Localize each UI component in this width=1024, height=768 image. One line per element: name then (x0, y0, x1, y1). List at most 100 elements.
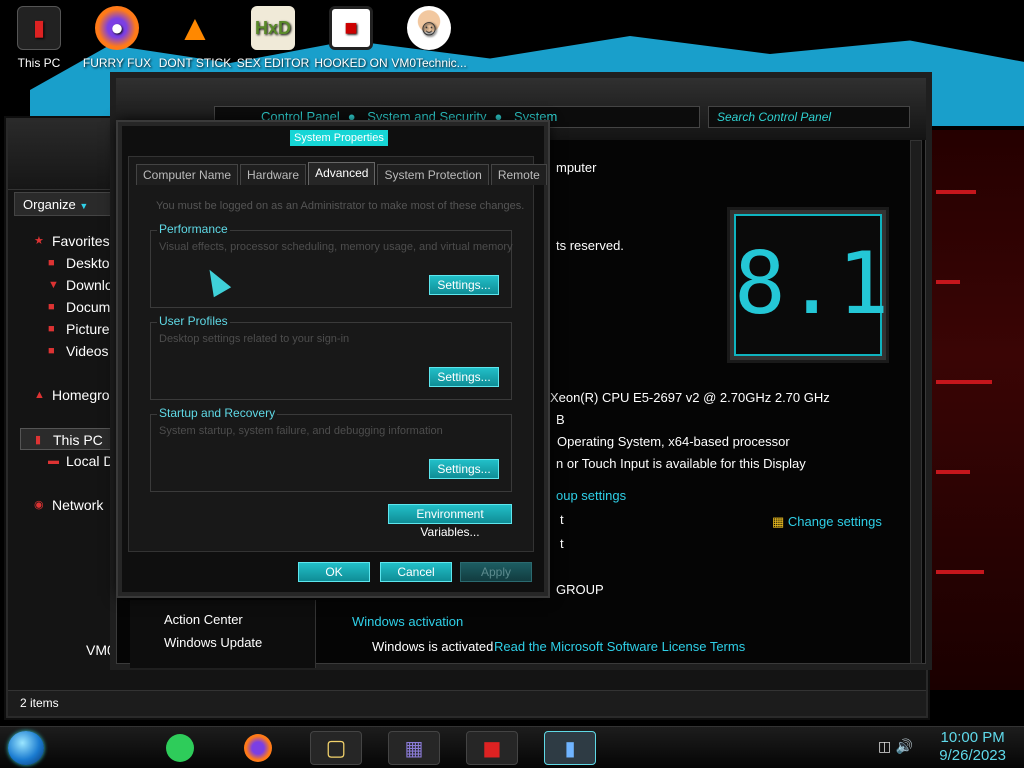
nav-label: Network (52, 497, 104, 513)
workgroup-settings-link[interactable]: oup settings (556, 488, 626, 503)
performance-title: Performance (157, 222, 230, 236)
activation-status: Windows is activated (372, 639, 494, 654)
folder-icon: ▢ (325, 735, 347, 761)
change-settings-link[interactable]: ▦ Change settings (772, 514, 882, 530)
clock-date: 9/26/2023 (939, 747, 1006, 764)
homegroup-icon: ▲ (34, 389, 45, 401)
desktop-icon-label: DONT STICK (158, 56, 232, 70)
windows-update-link[interactable]: Windows Update (164, 635, 262, 650)
clock-time: 10:00 PM (940, 729, 1005, 746)
apply-button[interactable]: Apply (460, 562, 532, 582)
nav-item-videos[interactable]: ■ Videos (20, 340, 118, 362)
navigation-pane: ★ Favorites ■Desktop ▼Downloads ■Document… (20, 230, 118, 516)
nav-item-downloads[interactable]: ▼Downloads (20, 274, 118, 296)
taskbar-notes-app[interactable] (158, 731, 202, 765)
shield-icon: ▦ (772, 514, 785, 529)
workgroup-value: GROUP (556, 582, 604, 597)
processor-value: ) Xeon(R) CPU E5-2697 v2 @ 2.70GHz 2.70 … (542, 390, 830, 405)
taskbar-control-panel[interactable]: ▦ (388, 731, 440, 765)
search-input[interactable]: Search Control Panel (708, 106, 910, 128)
nav-item-this-pc[interactable]: ▮ This PC (20, 428, 118, 450)
volume-icon[interactable]: 🔊 (896, 739, 913, 755)
system-type-value: Operating System, x64-based processor (557, 434, 790, 449)
desktop-folder-icon: ■ (48, 257, 55, 269)
user-profiles-desc: Desktop settings related to your sign-in (159, 333, 350, 345)
star-icon: ★ (34, 235, 44, 247)
rights-reserved-text: ts reserved. (556, 238, 624, 253)
game-icon: ■ (482, 736, 502, 760)
nav-item-pictures[interactable]: ■ Pictures (20, 318, 118, 340)
desktop-icon-hooked-on[interactable]: ■ HOOKED ON (312, 6, 390, 70)
organize-button[interactable]: Organize ▼ (14, 192, 118, 216)
network-icon[interactable]: ◫ (878, 739, 891, 755)
desktop-icon-furry-fux[interactable]: ● FURRY FUX (78, 6, 156, 70)
vlc-cone-icon: ▲ (177, 7, 213, 48)
action-center-link[interactable]: Action Center (164, 612, 243, 627)
taskbar-system-properties[interactable]: ▮ (544, 731, 596, 765)
wallpaper-red-panel (928, 130, 1024, 690)
drive-icon: ▬ (48, 455, 59, 467)
taskbar-firefox[interactable] (236, 731, 280, 765)
tab-hardware[interactable]: Hardware (240, 164, 307, 185)
taskbar-file-explorer[interactable]: ▢ (310, 731, 362, 765)
nav-item-documents[interactable]: ■Documents (20, 296, 118, 318)
taskbar: ▢ ▦ ■ ▮ ◫ 🔊 10:00 PM 9/26/2023 (0, 726, 1024, 768)
videos-folder-icon: ■ (48, 345, 55, 357)
computer-icon: ▮ (17, 6, 61, 50)
license-terms-link[interactable]: Read the Microsoft Software License Term… (494, 639, 745, 654)
game-icon: ■ (329, 6, 373, 50)
computer-icon: ▮ (35, 434, 42, 446)
nav-label: Homegroup (52, 387, 118, 403)
user-profiles-title: User Profiles (157, 314, 230, 328)
tab-advanced[interactable]: Advanced (308, 162, 376, 185)
nav-item-network[interactable]: ◉ Network (20, 494, 118, 516)
nav-item-favorites[interactable]: ★ Favorites (20, 230, 118, 252)
desktop-icon-sex-editor[interactable]: HxD SEX EDITOR (234, 6, 312, 70)
windows-version-tile: 8.1 (730, 210, 890, 360)
tab-computer-name[interactable]: Computer Name (136, 164, 239, 185)
tab-system-protection[interactable]: System Protection (377, 164, 489, 185)
see-also-panel: Action Center Windows Update (130, 600, 316, 668)
full-name-value: t (560, 536, 564, 551)
computer-name-value: t (560, 512, 564, 527)
startup-recovery-group: Startup and Recovery System startup, sys… (150, 406, 512, 492)
control-panel-icon: ▦ (404, 736, 424, 760)
desktop-icon-dont-stick[interactable]: ▲ DONT STICK (156, 6, 234, 70)
start-button[interactable] (8, 731, 44, 765)
performance-desc: Visual effects, processor scheduling, me… (159, 241, 513, 253)
desktop-icon-label: VM0Technic... (391, 56, 467, 70)
admin-note: You must be logged on as an Administrato… (156, 200, 525, 212)
startup-recovery-settings-button[interactable]: Settings... (429, 459, 499, 479)
nav-item-local-disk[interactable]: ▬Local Disk (20, 450, 118, 472)
status-item-count: 2 items (20, 696, 59, 710)
taskbar-clock[interactable]: 10:00 PM 9/26/2023 (939, 729, 1006, 765)
vertical-scrollbar[interactable] (910, 140, 922, 664)
computer-label: mputer (556, 160, 597, 175)
cancel-button[interactable]: Cancel (380, 562, 452, 582)
environment-variables-button[interactable]: Environment Variables... (388, 504, 512, 539)
desktop-icon-label: This PC (17, 56, 61, 70)
desktop-icon-this-pc[interactable]: ▮ This PC (0, 6, 78, 70)
system-properties-dialog: System Properties Computer Name Hardware… (118, 122, 548, 596)
nav-item-desktop[interactable]: ■ Desktop (20, 252, 118, 274)
user-profiles-settings-button[interactable]: Settings... (429, 367, 499, 387)
hxd-editor-icon: HxD (251, 6, 295, 50)
firefox-icon (244, 734, 272, 762)
desktop-icon-label: FURRY FUX (82, 56, 152, 70)
status-bar: 2 items (8, 690, 926, 716)
system-tray: ◫ 🔊 (878, 739, 913, 755)
windows-version-number: 8.1 (734, 234, 890, 334)
ok-button[interactable]: OK (298, 562, 370, 582)
computer-icon: ▮ (564, 736, 576, 760)
startup-recovery-desc: System startup, system failure, and debu… (159, 425, 443, 437)
tab-remote[interactable]: Remote (490, 164, 547, 185)
desktop-icon-vm0technic[interactable]: ☺ VM0Technic... (390, 6, 468, 70)
nav-label: This PC (53, 432, 103, 448)
desktop-icon-label: SEX EDITOR (236, 56, 310, 70)
performance-settings-button[interactable]: Settings... (429, 275, 499, 295)
taskbar-game[interactable]: ■ (466, 731, 518, 765)
nav-label: Favorites (52, 233, 110, 249)
nav-label: Videos (66, 343, 109, 359)
nav-item-homegroup[interactable]: ▲ Homegroup (20, 384, 118, 406)
change-settings-label: Change settings (787, 514, 882, 529)
